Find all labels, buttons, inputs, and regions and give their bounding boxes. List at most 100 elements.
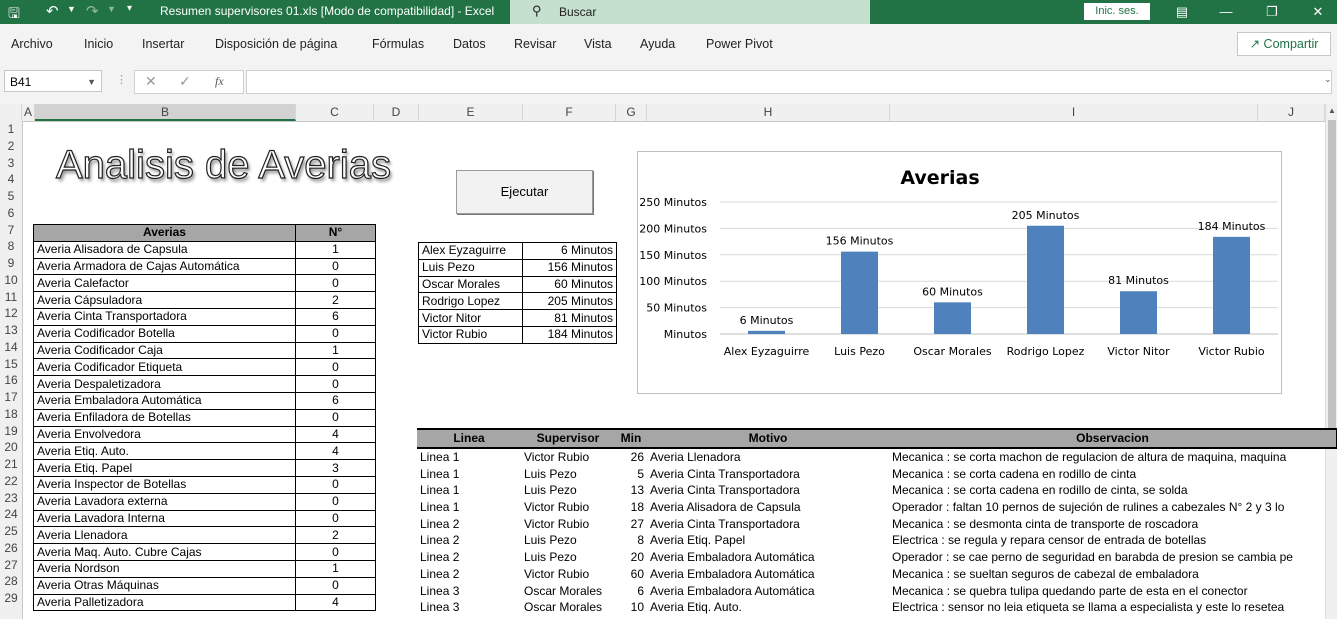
name-box[interactable]: B41 ▼ <box>4 70 102 92</box>
column-header-i[interactable]: I <box>890 104 1258 121</box>
supervisor-name-cell[interactable]: Oscar Morales <box>418 275 523 294</box>
supervisor-cell[interactable]: Oscar Morales <box>521 599 615 616</box>
supervisor-minutes-cell[interactable]: 156 Minutos <box>522 258 617 277</box>
observacion-cell[interactable]: Mecanica : se quebra tulipa quedando par… <box>889 582 1337 599</box>
motivo-cell[interactable]: Averia Llenadora <box>647 448 889 466</box>
redo-dropdown-icon[interactable]: ▼ <box>107 4 116 14</box>
linea-cell[interactable]: Linea 1 <box>417 482 521 499</box>
supervisor-cell[interactable]: Oscar Morales <box>521 582 615 599</box>
row-header[interactable]: 16 <box>0 373 22 387</box>
column-header-a[interactable]: A <box>22 104 35 121</box>
observacion-cell[interactable]: Electrica : se regula y repara censor de… <box>889 532 1337 549</box>
averia-name-cell[interactable]: Averia Lavadora Interna <box>33 509 296 528</box>
row-header[interactable]: 23 <box>0 491 22 505</box>
motivo-cell[interactable]: Averia Alisadora de Capsula <box>647 499 889 516</box>
supervisor-minutes-cell[interactable]: 184 Minutos <box>522 325 617 344</box>
row-header[interactable]: 7 <box>0 223 22 237</box>
averia-count-cell[interactable]: 6 <box>295 307 376 326</box>
motivo-cell[interactable]: Averia Cinta Transportadora <box>647 482 889 499</box>
tab-ayuda[interactable]: Ayuda <box>640 37 675 51</box>
averia-name-cell[interactable]: Averia Nordson <box>33 559 296 578</box>
row-header[interactable]: 26 <box>0 541 22 555</box>
averia-count-cell[interactable]: 0 <box>295 408 376 427</box>
supervisor-cell[interactable]: Luis Pezo <box>521 549 615 566</box>
motivo-cell[interactable]: Averia Embaladora Automática <box>647 549 889 566</box>
row-header[interactable]: 4 <box>0 172 22 186</box>
close-icon[interactable]: ✕ <box>1308 2 1328 22</box>
linea-cell[interactable]: Linea 3 <box>417 599 521 616</box>
minutes-cell[interactable]: 8 <box>615 532 647 549</box>
averia-name-cell[interactable]: Averia Calefactor <box>33 274 296 293</box>
row-header[interactable]: 24 <box>0 507 22 521</box>
column-header-g[interactable]: G <box>616 104 647 121</box>
averia-name-cell[interactable]: Averia Embaladora Automática <box>33 391 296 410</box>
observacion-cell[interactable]: Mecanica : se corta cadena en rodillo de… <box>889 482 1337 499</box>
supervisor-minutes-cell[interactable]: 205 Minutos <box>522 292 617 311</box>
averia-count-cell[interactable]: 6 <box>295 391 376 410</box>
supervisor-name-cell[interactable]: Rodrigo Lopez <box>418 292 523 311</box>
averia-count-cell[interactable]: 0 <box>295 324 376 343</box>
row-header[interactable]: 3 <box>0 156 22 170</box>
supervisor-cell[interactable]: Victor Rubio <box>521 515 615 532</box>
averia-name-cell[interactable]: Averia Codificador Botella <box>33 324 296 343</box>
linea-cell[interactable]: Linea 1 <box>417 465 521 482</box>
averia-name-cell[interactable]: Averia Enfiladora de Botellas <box>33 408 296 427</box>
averia-name-cell[interactable]: Averia Codificador Caja <box>33 341 296 360</box>
linea-cell[interactable]: Linea 2 <box>417 549 521 566</box>
observacion-cell[interactable]: Mecanica : se sueltan seguros de cabezal… <box>889 566 1337 583</box>
row-header[interactable]: 8 <box>0 239 22 253</box>
averia-name-cell[interactable]: Averia Palletizadora <box>33 593 296 612</box>
row-header[interactable]: 25 <box>0 524 22 538</box>
averia-name-cell[interactable]: Averia Llenadora <box>33 526 296 545</box>
averia-name-cell[interactable]: Averia Envolvedora <box>33 425 296 444</box>
minutes-cell[interactable]: 5 <box>615 465 647 482</box>
linea-cell[interactable]: Linea 2 <box>417 566 521 583</box>
averia-count-cell[interactable]: 4 <box>295 425 376 444</box>
tab-archivo[interactable]: Archivo <box>11 37 53 51</box>
averia-count-cell[interactable]: 4 <box>295 593 376 612</box>
redo-icon[interactable]: ↷ <box>86 2 99 20</box>
averias-chart[interactable]: Averias Minutos 50 Minutos 100 Minutos 150 M… <box>637 151 1282 394</box>
averia-name-cell[interactable]: Averia Cinta Transportadora <box>33 307 296 326</box>
supervisor-minutes-cell[interactable]: 81 Minutos <box>522 309 617 327</box>
linea-cell[interactable]: Linea 2 <box>417 515 521 532</box>
row-header[interactable]: 18 <box>0 407 22 421</box>
column-header-c[interactable]: C <box>296 104 374 121</box>
undo-dropdown-icon[interactable]: ▼ <box>67 4 76 14</box>
formula-input[interactable] <box>246 70 1332 94</box>
expand-formula-icon[interactable]: ⌄ <box>1324 74 1332 85</box>
averia-count-cell[interactable]: 1 <box>295 240 376 259</box>
averias-header-cell[interactable]: N° <box>295 224 376 242</box>
minutes-cell[interactable]: 10 <box>615 599 647 616</box>
tab-insertar[interactable]: Insertar <box>142 37 184 51</box>
minutes-cell[interactable]: 20 <box>615 549 647 566</box>
row-header[interactable]: 29 <box>0 591 22 605</box>
averia-count-cell[interactable]: 0 <box>295 509 376 528</box>
column-header-f[interactable]: F <box>523 104 616 121</box>
linea-cell[interactable]: Linea 2 <box>417 532 521 549</box>
averia-count-cell[interactable]: 3 <box>295 459 376 477</box>
observacion-cell[interactable]: Operador : faltan 10 pernos de sujeción … <box>889 499 1337 516</box>
observacion-cell[interactable]: Electrica : sensor no leia etiqueta se l… <box>889 599 1337 616</box>
averia-count-cell[interactable]: 1 <box>295 559 376 578</box>
motivo-cell[interactable]: Averia Etiq. Papel <box>647 532 889 549</box>
undo-icon[interactable]: ↶ <box>46 2 59 20</box>
linea-cell[interactable]: Linea 1 <box>417 448 521 466</box>
row-header[interactable]: 19 <box>0 424 22 438</box>
motivo-cell[interactable]: Averia Embaladora Automática <box>647 566 889 583</box>
insert-function-icon[interactable]: fx <box>215 74 224 89</box>
row-header[interactable]: 12 <box>0 306 22 320</box>
motivo-cell[interactable]: Averia Cinta Transportadora <box>647 465 889 482</box>
customize-toolbar-icon[interactable]: ▾ <box>127 3 132 14</box>
row-header[interactable]: 22 <box>0 474 22 488</box>
minutes-cell[interactable]: 27 <box>615 515 647 532</box>
linea-cell[interactable]: Linea 3 <box>417 582 521 599</box>
select-all-corner[interactable] <box>0 104 22 121</box>
averia-count-cell[interactable]: 0 <box>295 492 376 511</box>
averia-name-cell[interactable]: Averia Codificador Etiqueta <box>33 358 296 377</box>
row-header[interactable]: 21 <box>0 457 22 471</box>
share-button[interactable]: ↗ Compartir <box>1237 32 1331 56</box>
cancel-icon[interactable]: ✕ <box>145 73 157 90</box>
row-header[interactable]: 17 <box>0 390 22 404</box>
row-header[interactable]: 6 <box>0 206 22 220</box>
